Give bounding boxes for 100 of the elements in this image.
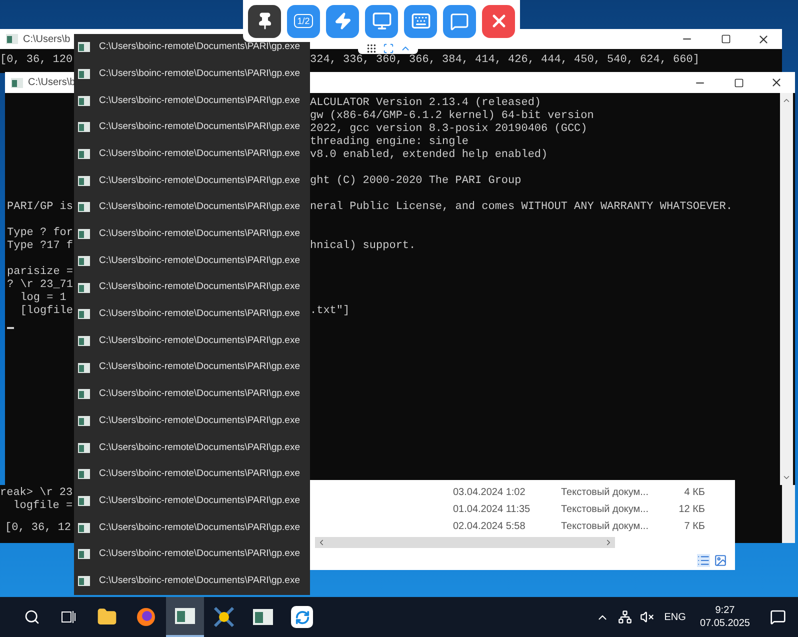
console-text: logfile = xyxy=(12,500,73,512)
console-icon xyxy=(78,389,90,400)
window-list-item[interactable]: C:\Users\boinc-remote\Documents\PARI\gp.exe xyxy=(74,60,310,88)
window-list-item[interactable]: C:\Users\boinc-remote\Documents\PARI\gp.exe xyxy=(74,220,310,248)
console-icon xyxy=(78,549,90,560)
chat-icon xyxy=(450,12,469,30)
console-text: [0, 36, 12 xyxy=(5,522,72,534)
file-date: 01.04.2024 11:35 xyxy=(453,503,532,517)
console-icon xyxy=(78,176,90,186)
details-view-icon[interactable] xyxy=(697,554,710,566)
bolt-button[interactable] xyxy=(326,4,359,38)
console-text: threading engine: single xyxy=(310,136,468,148)
window-list-item[interactable]: C:\Users\boinc-remote\Documents\PARI\gp.exe xyxy=(74,194,310,221)
scroll-up-icon[interactable] xyxy=(782,96,791,105)
console-text: [0, 36, 120 xyxy=(0,54,73,67)
close-icon[interactable] xyxy=(757,32,770,46)
chat-button[interactable] xyxy=(443,4,476,38)
window-list-item[interactable]: C:\Users\boinc-remote\Documents\PARI\gp.exe xyxy=(74,140,310,168)
console-icon xyxy=(78,362,90,373)
console-icon xyxy=(175,608,195,624)
notification-icon[interactable] xyxy=(770,609,786,625)
console-text: ght (C) 2000-2020 The PARI Group xyxy=(310,175,522,187)
taskbar-app[interactable] xyxy=(166,597,204,637)
fullscreen-icon[interactable] xyxy=(382,42,394,54)
console-icon xyxy=(78,522,90,533)
monitor-icon xyxy=(372,11,392,31)
window-list-item[interactable]: C:\Users\boinc-remote\Documents\PARI\gp.exe xyxy=(74,408,310,434)
console-icon xyxy=(78,309,90,320)
console-icon xyxy=(78,336,90,346)
console-text: .txt"] xyxy=(310,305,350,317)
window-list-item[interactable]: C:\Users\boinc-remote\Documents\PARI\gp.exe xyxy=(74,300,310,328)
console-text: ? \r 23_71 xyxy=(7,279,74,291)
scroll-down-icon[interactable] xyxy=(782,473,791,482)
clock[interactable]: 9:27 07.05.2025 xyxy=(700,604,750,630)
console-icon xyxy=(78,256,90,266)
folder-icon xyxy=(97,607,117,627)
console-text: neral Public License, and comes WITHOUT ANY WARRANTY WHATSOEVER. xyxy=(310,201,732,213)
scroll-right-icon[interactable] xyxy=(604,538,613,547)
monitor-button[interactable] xyxy=(365,4,398,38)
console-icon xyxy=(78,576,90,586)
grip-icon[interactable] xyxy=(366,42,376,54)
language-indicator[interactable]: ENG xyxy=(664,610,686,624)
console-icon xyxy=(78,96,90,106)
console-icon xyxy=(78,69,90,80)
console-text: [logfile xyxy=(19,305,74,317)
window-icon xyxy=(11,78,23,88)
console-text: ALCULATOR Version 2.13.4 (released) xyxy=(310,97,542,109)
window-list-item[interactable]: C:\Users\boinc-remote\Documents\PARI\gp.exe xyxy=(74,328,310,354)
window-list-item[interactable]: C:\Users\boinc-remote\Documents\PARI\gp.exe xyxy=(74,380,310,408)
bolt-icon xyxy=(334,12,352,30)
window-list-item[interactable]: C:\Users\boinc-remote\Documents\PARI\gp.exe xyxy=(74,114,310,141)
console-icon xyxy=(253,609,273,625)
close-icon[interactable] xyxy=(770,76,783,89)
window-title: C:\Users\b xyxy=(28,76,76,90)
network-icon[interactable] xyxy=(618,610,632,624)
console-icon xyxy=(78,42,90,52)
scrollbar[interactable] xyxy=(782,485,795,543)
scrollbar[interactable] xyxy=(780,93,793,485)
console-icon xyxy=(78,416,90,426)
tiles-view-icon[interactable] xyxy=(714,554,727,566)
maximize-icon[interactable] xyxy=(721,34,731,44)
console-text: 324, 336, 360, 366, 384, 414, 426, 444, 450, 540, 624, 660] xyxy=(310,54,700,67)
text-cursor xyxy=(7,327,14,329)
window-list-item[interactable]: C:\Users\boinc-remote\Documents\PARI\gp.exe xyxy=(74,87,310,114)
window-list-item[interactable]: C:\Users\boinc-remote\Documents\PARI\gp.exe xyxy=(74,167,310,194)
window-list-item[interactable]: C:\Users\boinc-remote\Documents\PARI\gp.exe xyxy=(74,488,310,514)
console-text: 2022, gcc version 8.3-posix 20190406 (GCC) xyxy=(310,123,588,135)
file-size: 4 КБ xyxy=(683,486,705,500)
console-text: v8.0 enabled, extended help enabled) xyxy=(310,149,548,161)
console-icon xyxy=(78,496,90,506)
window-title: C:\Users\b xyxy=(23,32,70,46)
window-list-item[interactable]: C:\Users\boinc-remote\Documents\PARI\gp.exe xyxy=(74,434,310,461)
keyboard-button[interactable] xyxy=(404,4,437,38)
window-icon xyxy=(6,34,18,44)
pin-button[interactable] xyxy=(248,4,281,38)
console-text: log = 1 xyxy=(19,292,66,304)
console-text: PARI/GP is xyxy=(7,201,74,213)
window-list-item[interactable]: C:\Users\boinc-remote\Documents\PARI\gp.exe xyxy=(74,354,310,381)
keyboard-icon xyxy=(410,11,430,31)
window-list-item[interactable]: C:\Users\boinc-remote\Documents\PARI\gp.exe xyxy=(74,568,310,594)
console-icon xyxy=(78,122,90,132)
volume-muted-icon[interactable] xyxy=(640,610,654,624)
scroll-left-icon[interactable] xyxy=(317,538,326,547)
horizontal-scrollbar[interactable] xyxy=(315,537,615,548)
file-date: 02.04.2024 5:58 xyxy=(453,520,526,534)
console-text: parisize = xyxy=(7,266,74,278)
window-list-item[interactable]: C:\Users\boinc-remote\Documents\PARI\gp.exe xyxy=(74,248,310,274)
task-view-icon xyxy=(61,610,77,624)
close-button[interactable] xyxy=(482,4,515,38)
console-text: Type ? for xyxy=(7,227,74,239)
window-list-item[interactable]: C:\Users\boinc-remote\Documents\PARI\gp.exe xyxy=(74,541,310,568)
search-icon xyxy=(24,609,40,625)
console-icon xyxy=(78,282,90,293)
window-list-item[interactable]: C:\Users\boinc-remote\Documents\PARI\gp.exe xyxy=(74,461,310,488)
console-text: gw (x86-64/GMP-6.1.2 kernel) 64-bit version xyxy=(310,110,594,122)
file-size: 12 КБ xyxy=(678,503,705,517)
maximize-icon[interactable] xyxy=(734,78,744,88)
window-list-item[interactable]: C:\Users\boinc-remote\Documents\PARI\gp.exe xyxy=(74,274,310,301)
console-icon xyxy=(78,149,90,160)
window-list-item[interactable]: C:\Users\boinc-remote\Documents\PARI\gp.exe xyxy=(74,514,310,542)
